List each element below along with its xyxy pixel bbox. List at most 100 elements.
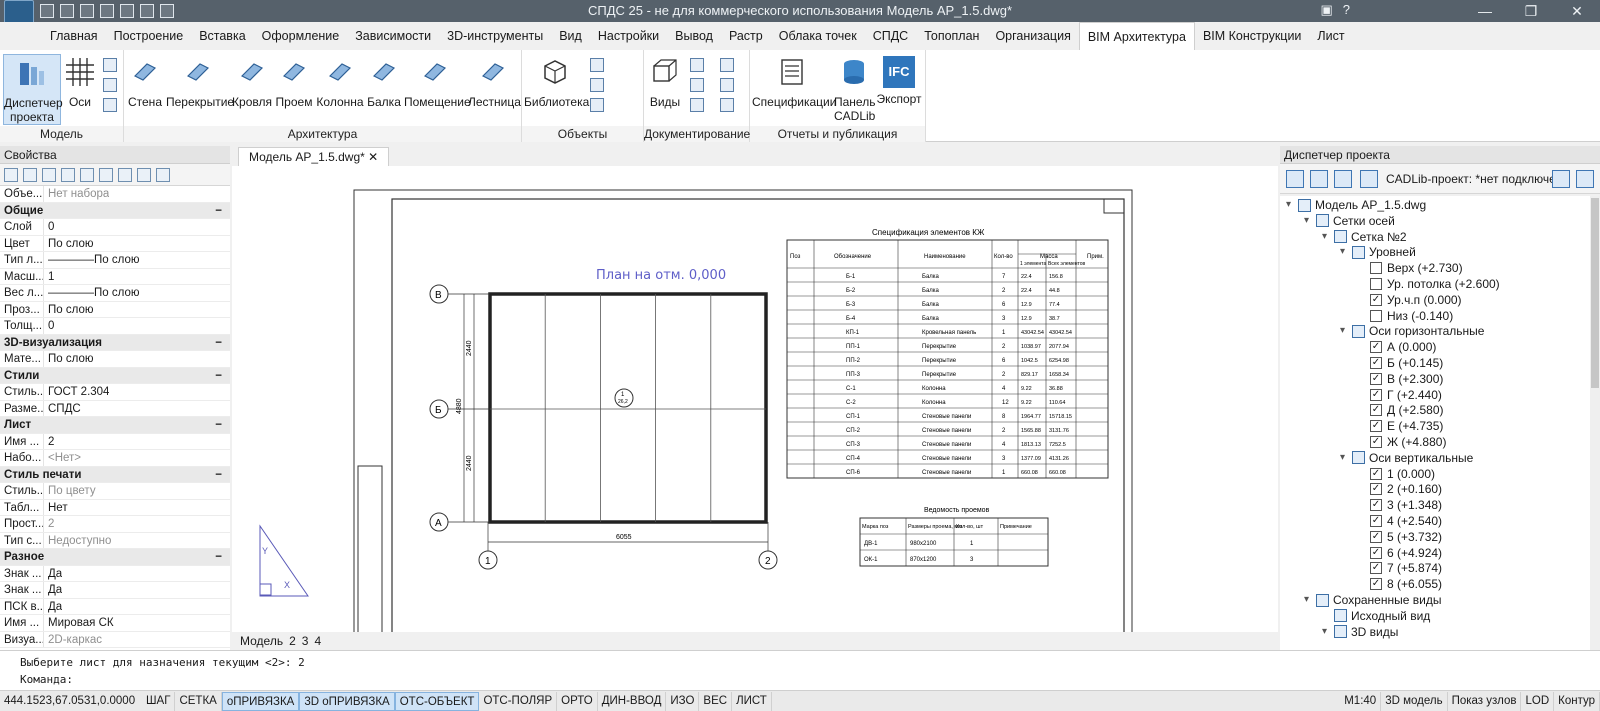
collapse-icon[interactable]: − [215, 335, 230, 351]
tree-node[interactable]: ✓ 4 (+2.540) [1358, 513, 1442, 529]
property-row[interactable]: Разме... СПДС [0, 400, 230, 417]
tree-node[interactable]: ▾ 3D виды [1322, 624, 1398, 640]
status-right-3[interactable]: Контур [1554, 691, 1600, 711]
axes-button[interactable]: Оси [62, 54, 98, 109]
property-section[interactable]: Разное − [0, 549, 230, 566]
close-tab-icon[interactable]: ✕ [368, 150, 378, 164]
tree-node[interactable]: ✓ 5 (+3.732) [1358, 529, 1442, 545]
arch-button-5[interactable]: Балка [366, 54, 402, 109]
status-toggle-6[interactable]: ОРТО [557, 691, 598, 711]
tree-node[interactable]: ✓ Д (+2.580) [1358, 402, 1444, 418]
tree-node[interactable]: ▾ Уровней [1340, 244, 1416, 260]
command-prompt[interactable]: Команда: [20, 673, 73, 686]
tree-node[interactable]: ✓ Ур.ч.п (0.000) [1358, 292, 1462, 308]
tree-node[interactable]: ✓ 3 (+1.348) [1358, 497, 1442, 513]
tree-node[interactable]: ✓ 8 (+6.055) [1358, 576, 1442, 592]
visibility-checkbox[interactable]: ✓ [1370, 341, 1382, 354]
tree-node[interactable]: ✓ 7 (+5.874) [1358, 560, 1442, 576]
object-insert-icon[interactable] [590, 58, 604, 72]
scroll-thumb[interactable] [1591, 198, 1599, 388]
status-right-2[interactable]: LOD [1521, 691, 1555, 711]
tree-node[interactable]: ▾ Сетки осей [1304, 213, 1395, 229]
tree-node[interactable]: ▾ Сохраненные виды [1304, 592, 1441, 608]
tab-1[interactable]: Построение [106, 22, 192, 50]
tab-5[interactable]: 3D-инструменты [439, 22, 551, 50]
property-section[interactable]: Стили − [0, 367, 230, 384]
property-row[interactable]: Имя ... Мировая СК [0, 615, 230, 632]
add-selection-icon[interactable] [4, 167, 18, 182]
property-row[interactable]: Масш... 1 [0, 268, 230, 285]
tree-node[interactable]: Низ (-0.140) [1358, 308, 1453, 324]
visibility-checkbox[interactable]: ✓ [1370, 293, 1382, 306]
sheet-icon[interactable] [720, 58, 734, 72]
layout-tab-2[interactable]: 3 [302, 632, 309, 650]
arch-button-7[interactable]: Лестница [468, 54, 521, 109]
expand-icon[interactable]: ▾ [1340, 244, 1352, 260]
property-row[interactable]: Прост... 2 [0, 516, 230, 533]
tree-node[interactable]: ✓ 6 (+4.924) [1358, 545, 1442, 561]
property-row[interactable]: Цвет По слою [0, 235, 230, 252]
expand-icon[interactable]: ▾ [1304, 213, 1316, 229]
tab-7[interactable]: Настройки [590, 22, 667, 50]
expand-icon[interactable]: ▾ [1286, 197, 1298, 213]
tree-node[interactable]: ▾ Сетка №2 [1322, 229, 1407, 245]
status-toggle-5[interactable]: ОТС-ПОЛЯР [479, 691, 558, 711]
annotate-icon[interactable] [720, 98, 734, 112]
property-row[interactable]: Слой 0 [0, 219, 230, 236]
select-icon[interactable] [23, 167, 37, 182]
property-row[interactable]: Мате... По слою [0, 351, 230, 368]
visibility-checkbox[interactable]: ✓ [1370, 436, 1382, 448]
expand-icon[interactable]: ▾ [1340, 323, 1352, 339]
status-toggle-0[interactable]: ШАГ [142, 691, 176, 711]
copy-icon[interactable] [103, 78, 117, 92]
tree-node[interactable]: ▾ Модель АР_1.5.dwg [1286, 197, 1426, 213]
tab-13[interactable]: Организация [987, 22, 1078, 50]
scale-readout[interactable]: M1:40 [1340, 691, 1382, 711]
arch-button-3[interactable]: Проем [274, 54, 314, 109]
layout-tab-0[interactable]: Модель [240, 632, 283, 650]
property-row[interactable]: ПСК в... Да [0, 598, 230, 615]
visibility-checkbox[interactable]: ✓ [1370, 546, 1382, 559]
drawing-canvas[interactable]: План на отм. 0,000 В Б А 1 2 6055 4880 2440 2440 1… [232, 166, 1278, 632]
tree-node[interactable]: Верх (+2.730) [1358, 260, 1463, 276]
property-row[interactable]: Вес л... ————По слою [0, 285, 230, 302]
pin-icon[interactable] [137, 167, 151, 182]
expand-icon[interactable]: ▾ [1304, 592, 1316, 608]
tree-node[interactable]: ✓ А (0.000) [1358, 339, 1436, 355]
visibility-checkbox[interactable]: ✓ [1370, 578, 1382, 591]
object-edit-icon[interactable] [590, 78, 604, 92]
status-right-0[interactable]: 3D модель [1381, 691, 1448, 711]
tab-14[interactable]: BIM Архитектура [1078, 22, 1195, 50]
restore-icon[interactable]: ❐ [1508, 0, 1554, 22]
quick-select-icon[interactable] [42, 167, 56, 182]
tab-8[interactable]: Вывод [667, 22, 721, 50]
visibility-checkbox[interactable]: ✓ [1370, 562, 1382, 575]
property-section[interactable]: Общие − [0, 202, 230, 219]
views-button[interactable]: Виды [646, 54, 684, 109]
property-row[interactable]: Толщ... 0 [0, 318, 230, 335]
tree-node[interactable]: ✓ 2 (+0.160) [1358, 481, 1442, 497]
arch-button-2[interactable]: Кровля [232, 54, 272, 109]
tab-11[interactable]: СПДС [865, 22, 917, 50]
property-row[interactable]: Тип с... Недоступно [0, 532, 230, 549]
arch-button-4[interactable]: Колонна [316, 54, 364, 109]
arch-button-1[interactable]: Перекрытие [166, 54, 234, 109]
section-icon[interactable] [690, 58, 704, 72]
visibility-checkbox[interactable]: ✓ [1370, 530, 1382, 543]
dimension-icon[interactable] [720, 78, 734, 92]
status-toggle-3[interactable]: 3D оПРИВЯЗКА [299, 691, 395, 711]
visibility-checkbox[interactable]: ✓ [1370, 357, 1382, 369]
visibility-checkbox[interactable]: ✓ [1370, 420, 1382, 433]
status-toggle-10[interactable]: ЛИСТ [732, 691, 772, 711]
property-row[interactable]: Стиль... По цвету [0, 483, 230, 500]
status-toggle-2[interactable]: оПРИВЯЗКА [221, 691, 300, 711]
arch-button-6[interactable]: Помещение [404, 54, 471, 109]
property-row[interactable]: Табл... Нет [0, 499, 230, 516]
collapse-icon[interactable]: − [215, 417, 230, 433]
property-section[interactable]: 3D-визуализация − [0, 334, 230, 351]
property-row[interactable]: Набо... <Нет> [0, 450, 230, 467]
tab-10[interactable]: Облака точек [771, 22, 865, 50]
tab-4[interactable]: Зависимости [347, 22, 439, 50]
model-icon[interactable] [1334, 170, 1352, 188]
cadlib-panel-button[interactable]: Панель CADLib [834, 54, 875, 123]
